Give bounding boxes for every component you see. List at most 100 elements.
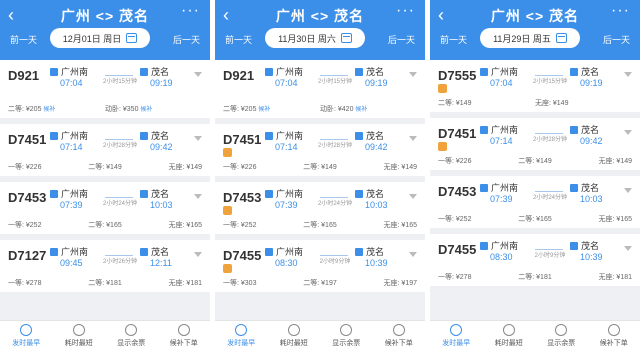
chevron-down-icon[interactable]	[409, 252, 417, 257]
cart-icon	[177, 324, 190, 336]
train-list: D921 广州南 茂名 07:04 2小时15分钟 09:19 二等: ¥205…	[215, 60, 425, 320]
more-icon[interactable]: ···	[181, 2, 200, 20]
fare-1: 一等: ¥252	[223, 222, 257, 229]
to-station: 茂名	[355, 245, 384, 258]
sort-shortest-tab[interactable]: 耗时最短	[53, 321, 106, 350]
arrive-time: 10:39	[580, 252, 603, 262]
screenshot-strip: ‹ 广州 <> 茂名 ··· 前一天 12月01日 周日 后一天 D921 广州…	[0, 0, 640, 350]
phone-screen-1: ‹ 广州 <> 茂名 ··· 前一天 12月01日 周日 后一天 D921 广州…	[0, 0, 210, 350]
chevron-down-icon[interactable]	[409, 72, 417, 77]
fare-1: 一等: ¥278	[8, 280, 42, 287]
sort-earliest-tab[interactable]: 发时最早	[0, 321, 53, 350]
date-selector[interactable]: 12月01日 周日	[50, 28, 150, 48]
fare-3: 无座: ¥181	[168, 280, 202, 287]
chevron-down-icon[interactable]	[624, 72, 632, 77]
clock-icon	[20, 324, 33, 336]
from-station: 广州南	[480, 123, 518, 136]
fare-1: 一等: ¥303	[223, 280, 257, 287]
train-card[interactable]: D7451 广州南 茂名 07:14 2小时28分钟 09:42 一等: ¥22…	[430, 118, 640, 170]
train-list: D921 广州南 茂名 07:04 2小时15分钟 09:19 二等: ¥205…	[0, 60, 210, 320]
train-card[interactable]: D7555 广州南 茂名 07:04 2小时15分钟 09:19 二等: ¥14…	[430, 60, 640, 112]
fare-3: 无座: ¥149	[383, 164, 417, 171]
timer-icon	[72, 324, 85, 336]
show-remaining-tab[interactable]: 显示余票	[320, 321, 373, 350]
chevron-down-icon[interactable]	[624, 188, 632, 193]
arrive-time: 10:03	[365, 200, 388, 210]
station-icon	[570, 68, 578, 76]
train-number: D7127	[8, 248, 47, 263]
duration: 2小时24分钟	[532, 195, 567, 201]
train-card[interactable]: D7455 广州南 茂名 08:30 2小时9分钟 10:39 一等: ¥303…	[215, 240, 425, 292]
date-selector[interactable]: 11月30日 周六	[265, 28, 365, 48]
fare-2: 二等: ¥181	[88, 280, 122, 287]
train-card[interactable]: D7455 广州南 茂名 08:30 2小时9分钟 10:39 一等: ¥278…	[430, 234, 640, 286]
fare-row: 二等: ¥205 候补 动卧: ¥420 候补	[223, 104, 417, 114]
from-station: 广州南	[50, 65, 88, 78]
chevron-down-icon[interactable]	[194, 194, 202, 199]
prev-day-button[interactable]: 前一天	[225, 33, 252, 46]
route-title: 广州 <> 茂名	[275, 8, 365, 24]
chevron-down-icon[interactable]	[409, 194, 417, 199]
next-day-button[interactable]: 后一天	[388, 33, 415, 46]
from-station: 广州南	[480, 239, 518, 252]
arrive-time: 12:11	[150, 258, 172, 268]
badge-icon	[223, 206, 232, 215]
fare-2: 二等: ¥149	[88, 164, 122, 171]
fare-3: 无座: ¥197	[383, 280, 417, 287]
train-card[interactable]: D7451 广州南 茂名 07:14 2小时28分钟 09:42 一等: ¥22…	[215, 124, 425, 176]
chevron-down-icon[interactable]	[624, 246, 632, 251]
fare-2: 二等: ¥181	[518, 274, 552, 281]
bottom-toolbar: 发时最早 耗时最短 显示余票 候补下单	[430, 320, 640, 350]
fare-row: 一等: ¥278 二等: ¥181 无座: ¥181	[8, 278, 202, 288]
station-icon	[265, 248, 273, 256]
train-card[interactable]: D7453 广州南 茂名 07:39 2小时24分钟 10:03 一等: ¥25…	[430, 176, 640, 228]
train-card[interactable]: D921 广州南 茂名 07:04 2小时15分钟 09:19 二等: ¥205…	[0, 60, 210, 118]
depart-time: 07:04	[275, 78, 298, 88]
badge-icon	[438, 142, 447, 151]
prev-day-button[interactable]: 前一天	[440, 33, 467, 46]
fare-1: 一等: ¥252	[8, 222, 42, 229]
train-card[interactable]: D921 广州南 茂名 07:04 2小时15分钟 09:19 二等: ¥205…	[215, 60, 425, 118]
fare-row: 一等: ¥226 二等: ¥149 无座: ¥149	[438, 156, 632, 166]
next-day-button[interactable]: 后一天	[603, 33, 630, 46]
chevron-down-icon[interactable]	[409, 136, 417, 141]
fare-2: 二等: ¥149	[518, 158, 552, 165]
duration: 2小时15分钟	[317, 79, 352, 85]
chevron-down-icon[interactable]	[624, 130, 632, 135]
waitlist-tab[interactable]: 候补下单	[588, 321, 640, 350]
waitlist-tab[interactable]: 候补下单	[373, 321, 426, 350]
to-station: 茂名	[355, 129, 384, 142]
waitlist-tab[interactable]: 候补下单	[158, 321, 211, 350]
sort-shortest-tab[interactable]: 耗时最短	[268, 321, 321, 350]
train-card[interactable]: D7453 广州南 茂名 07:39 2小时24分钟 10:03 一等: ¥25…	[0, 182, 210, 234]
more-icon[interactable]: ···	[396, 2, 415, 20]
next-day-button[interactable]: 后一天	[173, 33, 200, 46]
from-station: 广州南	[50, 129, 88, 142]
depart-time: 07:14	[275, 142, 298, 152]
cart-icon	[607, 324, 620, 336]
depart-time: 07:39	[60, 200, 83, 210]
fare-3: 无座: ¥149	[598, 158, 632, 165]
prev-day-button[interactable]: 前一天	[10, 33, 37, 46]
sort-earliest-tab[interactable]: 发时最早	[215, 321, 268, 350]
train-number: D7455	[223, 248, 262, 263]
header: ‹ 广州 <> 茂名 ··· 前一天 12月01日 周日 后一天	[0, 0, 210, 60]
train-card[interactable]: D7453 广州南 茂名 07:39 2小时24分钟 10:03 一等: ¥25…	[215, 182, 425, 234]
sort-shortest-tab[interactable]: 耗时最短	[483, 321, 536, 350]
train-number: D7455	[438, 242, 477, 257]
chevron-down-icon[interactable]	[194, 72, 202, 77]
chevron-down-icon[interactable]	[194, 252, 202, 257]
station-icon	[140, 68, 148, 76]
train-card[interactable]: D7451 广州南 茂名 07:14 2小时28分钟 09:42 一等: ¥22…	[0, 124, 210, 176]
date-selector[interactable]: 11月29日 周五	[480, 28, 580, 48]
show-remaining-tab[interactable]: 显示余票	[105, 321, 158, 350]
show-remaining-tab[interactable]: 显示余票	[535, 321, 588, 350]
chevron-down-icon[interactable]	[194, 136, 202, 141]
more-icon[interactable]: ···	[611, 2, 630, 20]
train-list: D7555 广州南 茂名 07:04 2小时15分钟 09:19 二等: ¥14…	[430, 60, 640, 320]
duration: 2小时24分钟	[317, 201, 352, 207]
sort-earliest-tab[interactable]: 发时最早	[430, 321, 483, 350]
arrive-time: 09:19	[580, 78, 603, 88]
train-card[interactable]: D7127 广州南 茂名 09:45 2小时26分钟 12:11 一等: ¥27…	[0, 240, 210, 292]
to-station: 茂名	[140, 129, 169, 142]
